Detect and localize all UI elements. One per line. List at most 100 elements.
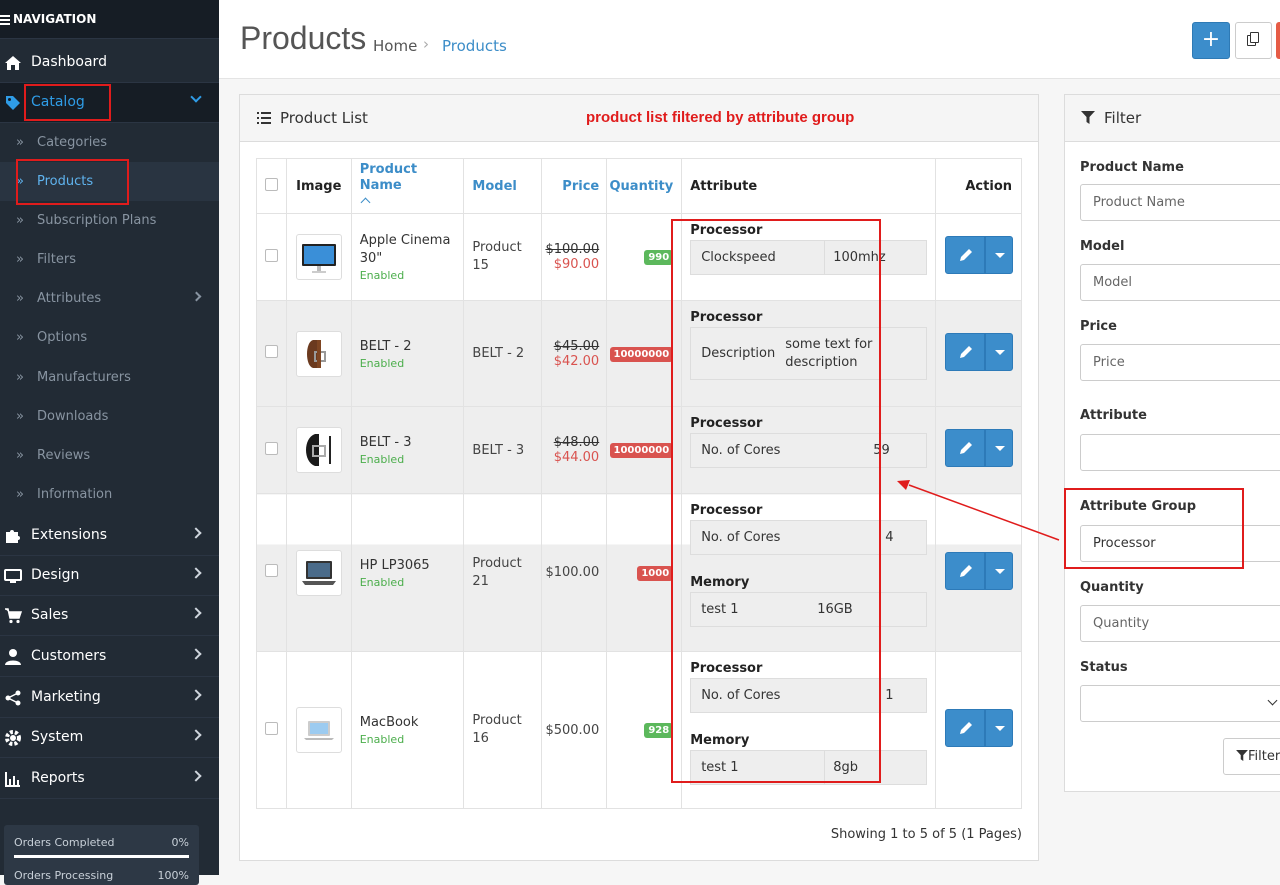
- edit-button[interactable]: [945, 709, 985, 747]
- price-special: $44.00: [553, 450, 600, 465]
- action-dropdown-toggle[interactable]: [985, 709, 1013, 747]
- quantity-cell: 1000: [606, 493, 683, 652]
- navigation-title: NAVIGATION: [13, 12, 97, 26]
- double-chevron-icon: »: [16, 174, 24, 189]
- edit-button[interactable]: [945, 236, 985, 274]
- filter-button[interactable]: Filter: [1223, 738, 1280, 775]
- pencil-icon: [960, 249, 972, 261]
- double-chevron-icon: »: [16, 487, 24, 502]
- funnel-icon: [1081, 111, 1095, 124]
- nav-customers[interactable]: Customers: [0, 637, 219, 677]
- quantity-badge: 10000000: [609, 443, 674, 458]
- select-all-cell: [256, 158, 287, 214]
- filter-title: Filter: [1104, 109, 1142, 127]
- page-title: Products: [240, 20, 367, 56]
- nav-design[interactable]: Design: [0, 556, 219, 596]
- column-quantity[interactable]: Quantity: [606, 158, 683, 214]
- nav-sales[interactable]: Sales: [0, 596, 219, 636]
- edit-button[interactable]: [945, 551, 985, 590]
- nav-marketing[interactable]: Marketing: [0, 678, 219, 718]
- copy-button[interactable]: [1235, 22, 1272, 59]
- column-model[interactable]: Model: [463, 158, 543, 214]
- attribute-group-input[interactable]: Processor: [1080, 525, 1280, 562]
- annotation-arrow: [897, 480, 1060, 541]
- model-input[interactable]: Model: [1080, 264, 1280, 301]
- sidebar-item-attributes[interactable]: » Attributes: [0, 279, 219, 318]
- laptop-thumbnail-icon: [303, 721, 334, 740]
- pencil-icon: [960, 564, 972, 577]
- add-new-button[interactable]: +: [1192, 22, 1230, 59]
- double-chevron-icon: »: [16, 291, 24, 306]
- table-row: MacBook Enabled Product 16 $500.00 928 Pr…: [256, 651, 1022, 809]
- sidebar-item-reviews[interactable]: » Reviews: [0, 436, 219, 475]
- breadcrumb-home[interactable]: Home: [373, 37, 417, 55]
- product-name[interactable]: BELT - 2: [360, 339, 412, 354]
- nav-extensions-label: Extensions: [31, 527, 108, 543]
- status-select[interactable]: [1080, 685, 1280, 722]
- attribute-value: 59: [873, 443, 890, 458]
- sidebar-item-downloads[interactable]: » Downloads: [0, 397, 219, 436]
- price-old: $48.00: [553, 435, 600, 450]
- image-cell: [285, 300, 352, 407]
- column-price[interactable]: Price: [541, 158, 608, 214]
- action-dropdown-toggle[interactable]: [985, 236, 1013, 274]
- select-all-checkbox[interactable]: [264, 177, 278, 191]
- column-product-name[interactable]: Product Name: [350, 158, 465, 214]
- gear-icon: [5, 730, 21, 746]
- product-name[interactable]: MacBook: [360, 715, 419, 730]
- action-dropdown-toggle[interactable]: [985, 332, 1013, 371]
- row-checkbox[interactable]: [264, 721, 278, 735]
- name-cell: BELT - 3 Enabled: [350, 406, 465, 494]
- delete-button[interactable]: [1276, 22, 1280, 59]
- nav-reports[interactable]: Reports: [0, 759, 219, 799]
- nav-system[interactable]: System: [0, 718, 219, 758]
- attribute-value: 8gb: [833, 760, 858, 775]
- sidebar-item-subscription-plans[interactable]: » Subscription Plans: [0, 201, 219, 240]
- sidebar-item-manufacturers[interactable]: » Manufacturers: [0, 358, 219, 397]
- product-name-input[interactable]: Product Name: [1080, 184, 1280, 221]
- navigation-header[interactable]: NAVIGATION: [0, 0, 219, 39]
- action-dropdown-toggle[interactable]: [985, 429, 1013, 467]
- row-checkbox[interactable]: [264, 345, 278, 358]
- shopping-cart-icon: [5, 608, 22, 624]
- quantity-label: Quantity: [1080, 580, 1144, 595]
- pencil-icon: [960, 442, 972, 454]
- nav-dashboard[interactable]: Dashboard: [0, 43, 219, 83]
- sidebar-item-label: Filters: [37, 252, 76, 267]
- product-name[interactable]: HP LP3065: [360, 558, 430, 573]
- double-chevron-icon: »: [16, 409, 24, 424]
- attribute-value: 100mhz: [833, 250, 886, 265]
- product-name[interactable]: Apple Cinema 30": [360, 233, 451, 266]
- attribute-name: Description: [701, 346, 776, 361]
- attribute-name: No. of Cores: [701, 530, 781, 545]
- model-cell: Product 15: [463, 213, 543, 301]
- edit-button[interactable]: [945, 332, 985, 371]
- product-name[interactable]: BELT - 3: [360, 435, 412, 450]
- attribute-group-label: Attribute Group: [1080, 499, 1197, 514]
- chevron-right-icon: [191, 291, 202, 302]
- attribute-input[interactable]: [1080, 434, 1280, 471]
- quantity-badge: 928: [644, 723, 674, 738]
- action-dropdown-toggle[interactable]: [985, 551, 1013, 590]
- sidebar-item-categories[interactable]: » Categories: [0, 123, 219, 162]
- sidebar-item-filters[interactable]: » Filters: [0, 240, 219, 279]
- action-cell: [935, 213, 1022, 301]
- nav-catalog[interactable]: Catalog: [0, 83, 219, 123]
- sidebar-item-label: Downloads: [37, 409, 109, 424]
- price-input[interactable]: Price: [1080, 344, 1280, 381]
- orders-completed-bar: [14, 855, 189, 858]
- edit-button[interactable]: [945, 429, 985, 467]
- row-checkbox[interactable]: [264, 248, 278, 262]
- attribute-name: No. of Cores: [701, 688, 781, 703]
- product-image: [295, 707, 342, 753]
- sidebar-item-information[interactable]: » Information: [0, 475, 219, 514]
- breadcrumb-products[interactable]: Products: [442, 37, 507, 55]
- attribute-name: Clockspeed: [691, 241, 826, 274]
- nav-extensions[interactable]: Extensions: [0, 516, 219, 556]
- image-cell: [285, 213, 352, 301]
- quantity-input[interactable]: Quantity: [1080, 605, 1280, 642]
- row-checkbox[interactable]: [264, 441, 278, 455]
- sidebar-item-products[interactable]: » Products: [0, 162, 219, 201]
- sidebar-item-options[interactable]: » Options: [0, 318, 219, 357]
- row-checkbox[interactable]: [264, 564, 278, 577]
